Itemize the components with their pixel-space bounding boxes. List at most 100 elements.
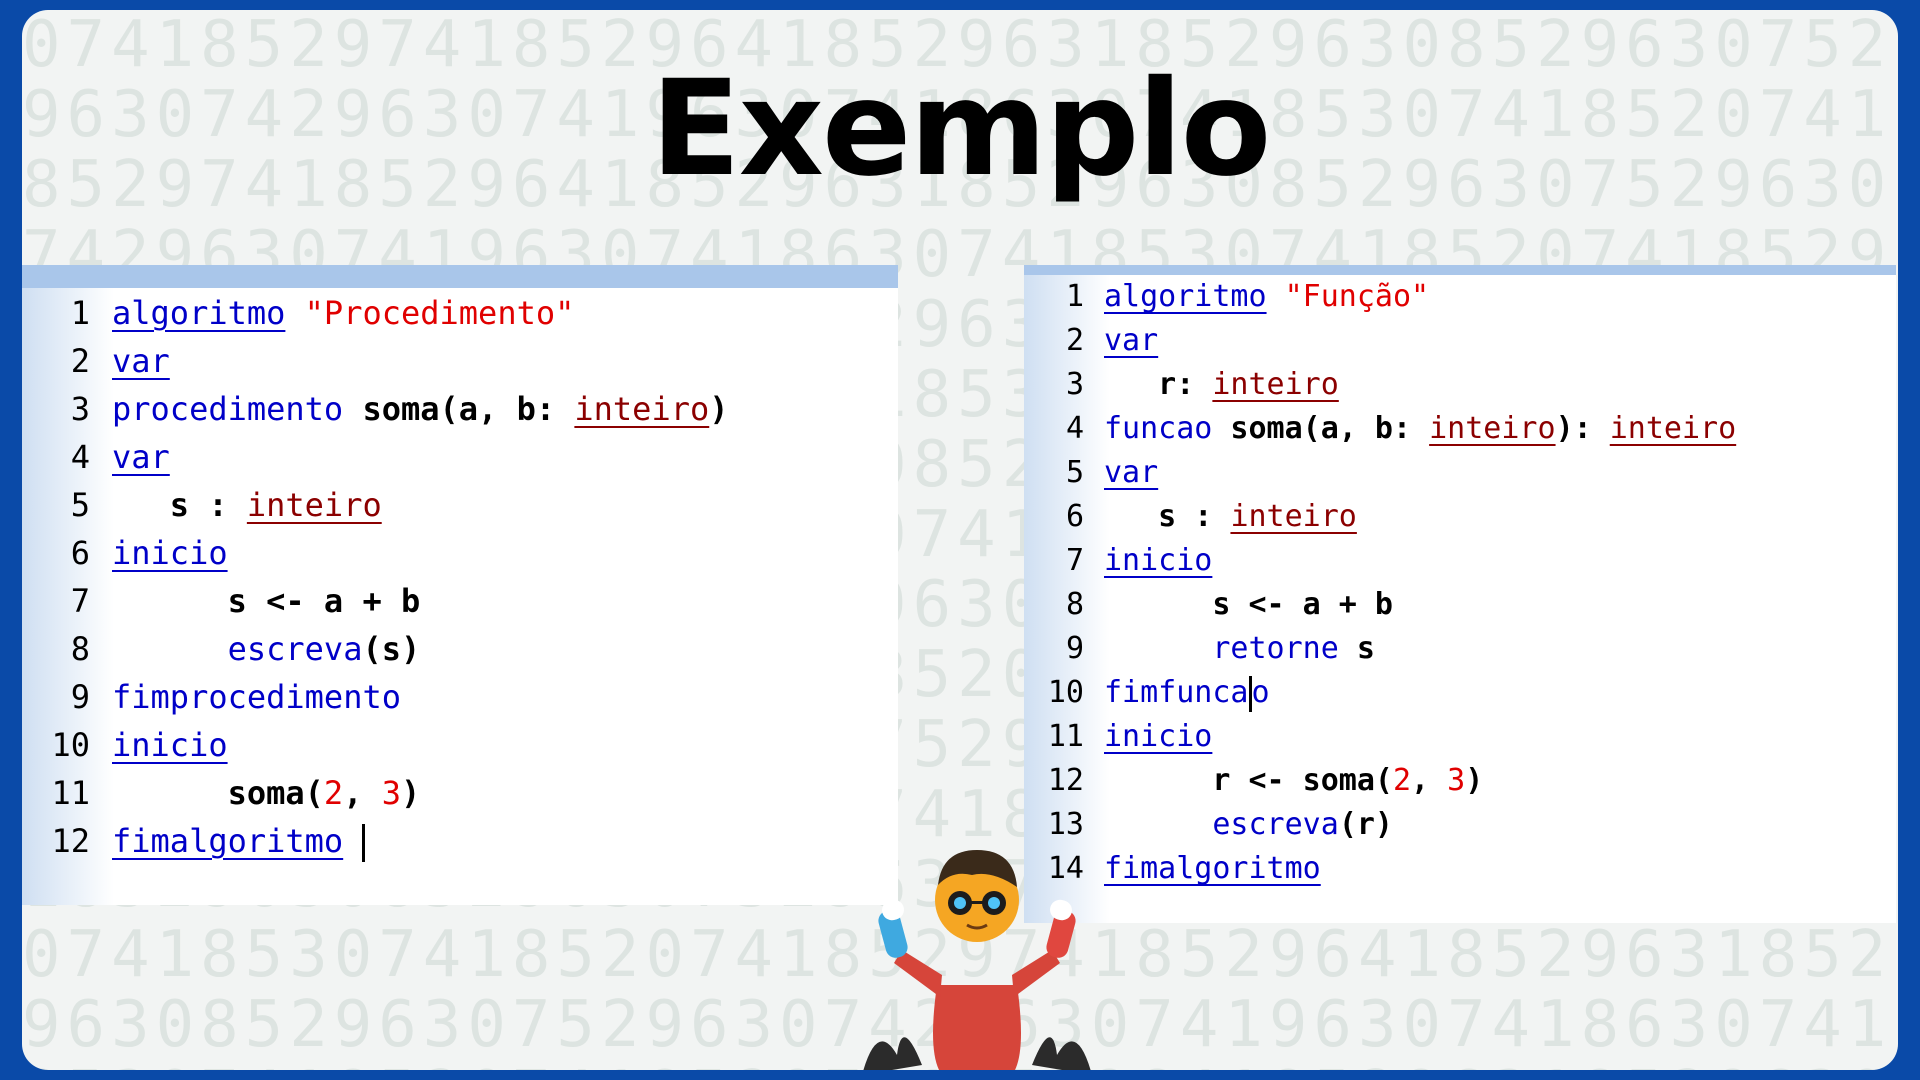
code-token: inteiro xyxy=(1609,411,1737,446)
code-token: retorne xyxy=(1212,631,1339,666)
code-token: r <- soma( xyxy=(1104,763,1393,798)
code-token: escreva xyxy=(227,630,363,668)
code-line: 12 fimalgoritmo xyxy=(22,817,366,865)
code-token: fimalgoritmo xyxy=(112,822,344,860)
code-token: funcao xyxy=(1104,411,1213,446)
code-token: s : xyxy=(1104,499,1231,534)
code-token: algoritmo xyxy=(1104,279,1267,314)
code-line: 11 soma(2, 3) xyxy=(22,769,420,817)
code-token: o xyxy=(1251,675,1270,710)
text-cursor xyxy=(362,824,366,862)
line-number: 7 xyxy=(70,582,90,620)
code-token: ) xyxy=(1465,763,1484,798)
line-number: 10 xyxy=(1047,675,1084,710)
code-token: inicio xyxy=(1104,719,1213,754)
code-line: 3 r: inteiro xyxy=(1024,363,1339,407)
code-line: 1 algoritmo "Função" xyxy=(1024,275,1429,319)
code-line: 10 inicio xyxy=(22,721,228,769)
editor-header-bar xyxy=(22,265,898,288)
line-number: 11 xyxy=(51,774,90,812)
line-number: 9 xyxy=(70,678,90,716)
page-title: Exemplo xyxy=(650,52,1272,206)
code-line: 12 r <- soma(2, 3) xyxy=(1024,759,1483,803)
code-token: "Função" xyxy=(1284,279,1430,314)
code-token: var xyxy=(1104,455,1159,490)
code-token: inicio xyxy=(1104,543,1213,578)
line-number: 8 xyxy=(70,630,90,668)
line-number: 4 xyxy=(70,438,90,476)
code-token: s <- a + b xyxy=(112,582,421,620)
code-line: 10 fimfunca o xyxy=(1024,671,1270,715)
code-token: fimfunca xyxy=(1104,675,1249,710)
code-line: 5 var xyxy=(1024,451,1158,495)
code-line: 1 algoritmo "Procedimento" xyxy=(22,289,575,337)
code-token: soma(a, b: xyxy=(1212,411,1430,446)
code-line: 7 inicio xyxy=(1024,539,1212,583)
code-token: ): xyxy=(1555,411,1610,446)
code-token: ) xyxy=(709,390,729,428)
code-token: inicio xyxy=(112,726,228,764)
code-line: 4 funcao soma(a, b: inteiro): inteiro xyxy=(1024,407,1736,451)
right-code-editor[interactable]: 1 algoritmo "Função" 2 var 3 r: inteiro 4 func… xyxy=(1024,265,1896,923)
code-line: 5 s : inteiro xyxy=(22,481,382,529)
line-number: 1 xyxy=(70,294,90,332)
code-token: inteiro xyxy=(246,486,382,524)
code-token: inteiro xyxy=(574,390,710,428)
line-number: 7 xyxy=(1065,543,1084,578)
code-line: 2 var xyxy=(1024,319,1158,363)
code-token: , xyxy=(343,774,382,812)
code-token: algoritmo xyxy=(112,294,286,332)
code-token: inteiro xyxy=(1429,411,1556,446)
code-token: soma(a, b: xyxy=(343,390,575,428)
code-line: 6 s : inteiro xyxy=(1024,495,1357,539)
code-token: 3 xyxy=(381,774,401,812)
code-token: "Procedimento" xyxy=(304,294,575,332)
code-token: r: xyxy=(1104,367,1213,402)
code-line: 6 inicio xyxy=(22,529,228,577)
editor-header-bar xyxy=(1024,265,1896,275)
code-token: 3 xyxy=(1447,763,1466,798)
line-number: 11 xyxy=(1047,719,1084,754)
line-number: 5 xyxy=(70,486,90,524)
line-number: 3 xyxy=(1065,367,1084,402)
slide-card: 0741852974185296418529631852963085296307… xyxy=(22,10,1898,1070)
code-token: var xyxy=(1104,323,1159,358)
code-token: inicio xyxy=(112,534,228,572)
line-number: 1 xyxy=(1065,279,1084,314)
code-token: (s) xyxy=(362,630,421,668)
scientist-mascot-icon xyxy=(863,850,1091,1070)
code-token: var xyxy=(112,438,170,476)
line-number: 2 xyxy=(1065,323,1084,358)
code-token: s : xyxy=(112,486,247,524)
line-number: 12 xyxy=(51,822,90,860)
line-number: 6 xyxy=(70,534,90,572)
code-token: 2 xyxy=(1392,763,1412,798)
code-token: , xyxy=(1411,763,1448,798)
code-token: (r) xyxy=(1338,807,1393,842)
code-line: 4 var xyxy=(22,433,170,481)
code-line: 11 inicio xyxy=(1024,715,1213,759)
code-line: 3 procedimento soma(a, b: inteiro) xyxy=(22,385,729,433)
left-code-editor[interactable]: 1 algoritmo "Procedimento" 2 var 3 procedimen… xyxy=(22,265,898,905)
code-token: inteiro xyxy=(1230,499,1357,534)
code-token: s xyxy=(1338,631,1375,666)
code-token: escreva xyxy=(1212,807,1339,842)
code-token: fimalgoritmo xyxy=(1104,851,1321,886)
code-line: 9 fimprocedimento xyxy=(22,673,401,721)
line-number: 9 xyxy=(1065,631,1084,666)
code-token: s <- a + b xyxy=(1104,587,1393,622)
line-number: 10 xyxy=(51,726,90,764)
line-number: 12 xyxy=(1047,763,1084,798)
code-token: inteiro xyxy=(1212,367,1339,402)
line-number: 2 xyxy=(70,342,90,380)
code-token: var xyxy=(112,342,170,380)
line-number: 3 xyxy=(70,390,90,428)
code-token: soma( xyxy=(112,774,324,812)
line-number: 8 xyxy=(1065,587,1084,622)
